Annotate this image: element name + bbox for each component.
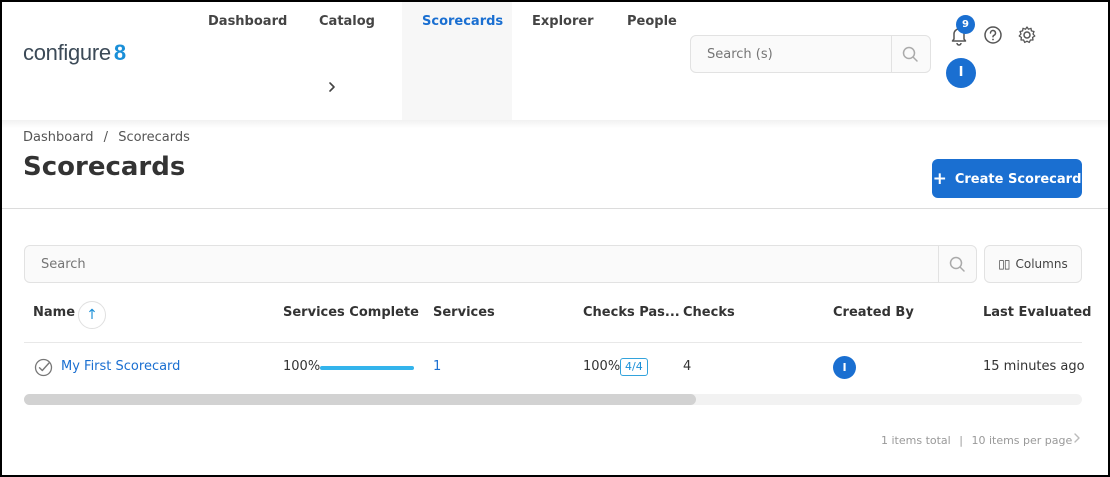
app-window: configure 8 Dashboard Catalog Scorecards … <box>0 0 1110 477</box>
plus-icon: + <box>932 168 947 189</box>
columns-label: Columns <box>1015 257 1068 271</box>
nav-dashboard[interactable]: Dashboard <box>208 2 287 120</box>
checks-passed-ratio-tag: 4/4 <box>620 358 648 376</box>
global-search <box>690 35 931 73</box>
logo-text: configure <box>23 40 111 65</box>
search-separator <box>891 36 892 72</box>
scorecard-name-link[interactable]: My First Scorecard <box>61 359 180 374</box>
page-title: Scorecards <box>23 152 186 182</box>
create-scorecard-label: Create Scorecard <box>954 171 1082 187</box>
gear-icon[interactable] <box>1016 24 1038 50</box>
nav-explorer[interactable]: Explorer <box>532 2 594 120</box>
nav-people[interactable]: People <box>627 2 677 120</box>
search-icon[interactable] <box>901 45 919 67</box>
pagination-total: 1 items total <box>881 434 951 447</box>
global-search-input[interactable] <box>691 36 891 72</box>
checks-count: 4 <box>683 359 692 374</box>
column-header-created-by[interactable]: Created By <box>833 305 914 320</box>
breadcrumb-scorecards: Scorecards <box>118 130 190 145</box>
next-page-icon[interactable] <box>1072 432 1082 448</box>
user-avatar[interactable]: I <box>946 58 976 88</box>
column-header-last-evaluated[interactable]: Last Evaluated <box>983 305 1091 320</box>
breadcrumb-dashboard[interactable]: Dashboard <box>23 130 94 145</box>
chevron-right-icon[interactable] <box>326 78 338 97</box>
pagination-per-page[interactable]: 10 items per page <box>971 434 1072 447</box>
nav-scorecards[interactable]: Scorecards <box>402 2 512 120</box>
column-header-services-complete[interactable]: Services Complete <box>283 305 419 320</box>
nav-catalog[interactable]: Catalog <box>319 2 375 120</box>
create-scorecard-button[interactable]: + Create Scorecard <box>932 159 1082 198</box>
column-header-checks-passed[interactable]: Checks Pas... <box>583 305 680 320</box>
table-search <box>24 245 977 283</box>
sort-ascending-icon[interactable]: ↑ <box>78 301 106 329</box>
column-header-name[interactable]: Name <box>33 305 75 320</box>
search-separator <box>938 246 939 282</box>
created-by-avatar[interactable]: I <box>833 356 856 379</box>
horizontal-scrollbar-thumb[interactable] <box>24 394 696 405</box>
columns-button[interactable]: ▯▯ Columns <box>984 245 1082 283</box>
help-icon[interactable] <box>982 24 1004 50</box>
services-complete-progress <box>320 366 414 370</box>
breadcrumb: Dashboard / Scorecards <box>23 130 190 145</box>
column-header-checks[interactable]: Checks <box>683 305 735 320</box>
checks-passed-value: 100% <box>583 359 621 374</box>
services-count-link[interactable]: 1 <box>433 359 441 374</box>
pagination-separator: | <box>959 434 963 447</box>
table-search-input[interactable] <box>25 246 935 282</box>
progress-fill <box>320 366 414 370</box>
logo[interactable]: configure 8 <box>23 40 126 66</box>
last-evaluated-value: 15 minutes ago <box>983 359 1085 374</box>
check-circle-icon <box>34 358 53 381</box>
header-shadow <box>2 120 1108 128</box>
section-divider <box>2 208 1108 209</box>
services-complete-value: 100% <box>283 359 321 374</box>
columns-icon: ▯▯ <box>998 257 1010 271</box>
column-header-services[interactable]: Services <box>433 305 495 320</box>
breadcrumb-separator: / <box>103 130 109 145</box>
search-icon[interactable] <box>948 255 966 277</box>
notification-badge: 9 <box>956 15 975 34</box>
pagination-info: 1 items total | 10 items per page <box>881 434 1072 447</box>
logo-mark: 8 <box>113 40 126 65</box>
table-row-divider <box>24 342 1082 343</box>
